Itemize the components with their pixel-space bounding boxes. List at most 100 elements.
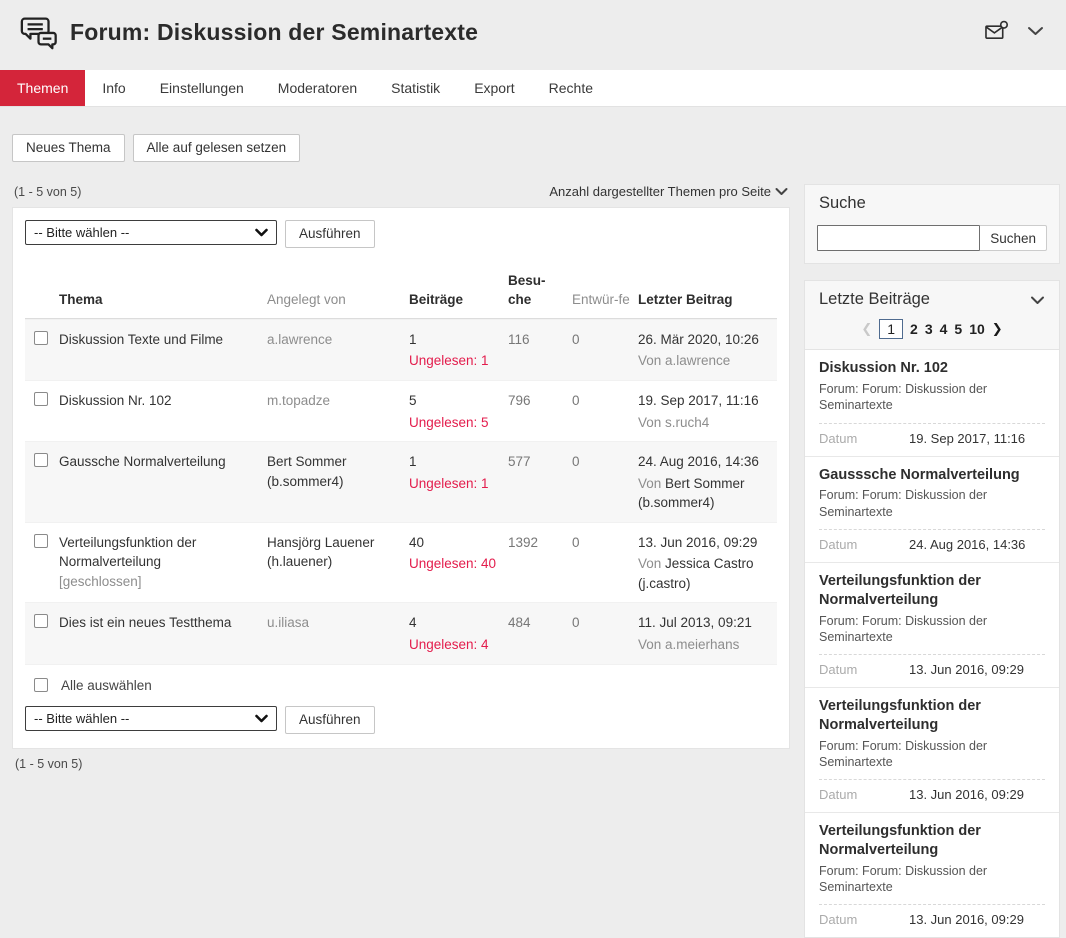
von-label: Von: [638, 556, 665, 571]
unread-count: Ungelesen: 40: [409, 554, 500, 574]
execute-button-bottom[interactable]: Ausführen: [285, 706, 375, 734]
date-label: Datum: [819, 537, 909, 552]
subscribe-envelope-icon[interactable]: [984, 20, 1009, 42]
creator-cell: a.lawrence: [267, 330, 407, 350]
search-button[interactable]: Suchen: [980, 225, 1047, 251]
chevron-down-icon: [255, 714, 268, 723]
drafts-count: 0: [572, 330, 636, 350]
pagination-page-1[interactable]: 1: [879, 319, 903, 339]
recent-post-item: Verteilungsfunktion der Normalverteilung…: [805, 688, 1059, 813]
page-header: Forum: Diskussion der Seminartexte: [0, 0, 1066, 60]
visits-count: 1392: [508, 533, 570, 553]
visits-count: 577: [508, 452, 570, 472]
recent-posts-panel: Letzte Beiträge ❮ 1 2 3 4 5 10 ❯ Diskuss…: [804, 280, 1060, 938]
col-header-letzter-beitrag[interactable]: Letzter Beitrag: [638, 291, 777, 309]
per-page-dropdown[interactable]: Anzahl dargestellter Themen pro Seite: [549, 184, 788, 199]
posts-count: 5: [409, 391, 500, 411]
col-header-thema[interactable]: Thema: [59, 291, 265, 309]
recent-post-title[interactable]: Gausssche Normalverteilung: [819, 466, 1045, 485]
bulk-action-select-top[interactable]: -- Bitte wählen --: [25, 220, 277, 245]
row-checkbox[interactable]: [34, 614, 48, 628]
recent-post-item: Gausssche Normalverteilung Forum: Forum:…: [805, 457, 1059, 563]
closed-badge: [geschlossen]: [59, 572, 259, 592]
recent-pagination: ❮ 1 2 3 4 5 10 ❯: [805, 317, 1059, 349]
bulk-action-select-bottom[interactable]: -- Bitte wählen --: [25, 706, 277, 731]
recent-post-date: 19. Sep 2017, 11:16: [909, 431, 1025, 446]
col-header-beitraege[interactable]: Beiträge: [409, 291, 506, 309]
chevron-down-icon: [255, 228, 268, 237]
tab-themen[interactable]: Themen: [0, 70, 85, 106]
col-header-besuche[interactable]: Besu-che: [508, 272, 570, 308]
topic-link[interactable]: Verteilungsfunktion der Normalverteilung: [59, 535, 196, 570]
per-page-label: Anzahl dargestellter Themen pro Seite: [549, 184, 771, 199]
drafts-count: 0: [572, 452, 636, 472]
recent-post-date: 13. Jun 2016, 09:29: [909, 912, 1024, 927]
collapse-chevron-icon[interactable]: [1030, 295, 1045, 305]
select-all-checkbox[interactable]: [34, 678, 48, 692]
row-checkbox[interactable]: [34, 534, 48, 548]
last-post-author: a.meierhans: [665, 637, 739, 652]
recent-post-forum: Forum: Forum: Diskussion der Seminartext…: [819, 613, 1045, 646]
posts-count: 1: [409, 330, 500, 350]
tab-bar: Themen Info Einstellungen Moderatoren St…: [0, 70, 1066, 107]
topic-link[interactable]: Diskussion Texte und Filme: [59, 332, 223, 347]
table-row: Diskussion Nr. 102 m.topadze 5 Ungelesen…: [25, 380, 777, 441]
recent-post-item: Verteilungsfunktion der Normalverteilung…: [805, 563, 1059, 688]
select-all-label[interactable]: Alle auswählen: [61, 678, 152, 693]
tab-einstellungen[interactable]: Einstellungen: [143, 70, 261, 106]
visits-count: 116: [508, 330, 570, 350]
topic-link[interactable]: Gaussche Normalverteilung: [59, 454, 226, 469]
bulk-action-select-bottom-value: -- Bitte wählen --: [34, 711, 129, 726]
recent-post-title[interactable]: Verteilungsfunktion der Normalverteilung: [819, 572, 1045, 610]
chevron-down-icon: [775, 187, 788, 196]
creator-link[interactable]: Bert Sommer (b.sommer4): [267, 452, 407, 491]
table-row: Diskussion Texte und Filme a.lawrence 1 …: [25, 319, 777, 380]
recent-post-date: 13. Jun 2016, 09:29: [909, 787, 1024, 802]
table-header-row: Thema Angelegt von Beiträge Besu-che Ent…: [25, 258, 777, 318]
tab-statistik[interactable]: Statistik: [374, 70, 457, 106]
row-checkbox[interactable]: [34, 331, 48, 345]
recent-post-title[interactable]: Diskussion Nr. 102: [819, 359, 1045, 378]
recent-post-item: Diskussion Nr. 102 Forum: Forum: Diskuss…: [805, 350, 1059, 456]
pagination-page-2[interactable]: 2: [910, 321, 918, 337]
creator-link[interactable]: Hansjörg Lauener (h.lauener): [267, 533, 407, 572]
pagination-prev-icon[interactable]: ❮: [861, 321, 872, 337]
unread-count: Ungelesen: 1: [409, 474, 500, 494]
drafts-count: 0: [572, 613, 636, 633]
recent-post-title[interactable]: Verteilungsfunktion der Normalverteilung: [819, 697, 1045, 735]
last-post-date: 19. Sep 2017, 11:16: [638, 391, 771, 411]
visits-count: 484: [508, 613, 570, 633]
tab-info[interactable]: Info: [85, 70, 142, 106]
recent-post-title[interactable]: Verteilungsfunktion der Normalverteilung: [819, 822, 1045, 860]
pagination-next-icon[interactable]: ❯: [992, 321, 1003, 337]
page-title: Forum: Diskussion der Seminartexte: [70, 19, 478, 46]
tab-rechte[interactable]: Rechte: [532, 70, 610, 106]
header-chevron-down-icon[interactable]: [1027, 25, 1044, 37]
row-checkbox[interactable]: [34, 392, 48, 406]
col-header-angelegt-von[interactable]: Angelegt von: [267, 291, 407, 309]
last-post-date: 13. Jun 2016, 09:29: [638, 533, 771, 553]
tab-moderatoren[interactable]: Moderatoren: [261, 70, 374, 106]
search-panel: Suche Suchen: [804, 184, 1060, 264]
pagination-page-4[interactable]: 4: [940, 321, 948, 337]
drafts-count: 0: [572, 391, 636, 411]
mark-all-read-button[interactable]: Alle auf gelesen setzen: [133, 134, 301, 162]
row-checkbox[interactable]: [34, 453, 48, 467]
col-header-entwuerfe[interactable]: Entwür-fe: [572, 291, 636, 309]
pagination-page-10[interactable]: 10: [969, 321, 985, 337]
recent-post-date: 24. Aug 2016, 14:36: [909, 537, 1025, 552]
pagination-page-5[interactable]: 5: [954, 321, 962, 337]
unread-count: Ungelesen: 5: [409, 413, 500, 433]
creator-cell: m.topadze: [267, 391, 407, 411]
toolbar: Neues Thema Alle auf gelesen setzen: [12, 134, 1066, 162]
search-input[interactable]: [817, 225, 980, 251]
new-topic-button[interactable]: Neues Thema: [12, 134, 125, 162]
last-post-author: s.ruch4: [665, 415, 709, 430]
date-label: Datum: [819, 787, 909, 802]
execute-button-top[interactable]: Ausführen: [285, 220, 375, 248]
topic-link[interactable]: Diskussion Nr. 102: [59, 393, 172, 408]
pagination-page-3[interactable]: 3: [925, 321, 933, 337]
tab-export[interactable]: Export: [457, 70, 531, 106]
recent-posts-title: Letzte Beiträge: [819, 290, 930, 309]
topic-link[interactable]: Dies ist ein neues Testthema: [59, 615, 231, 630]
